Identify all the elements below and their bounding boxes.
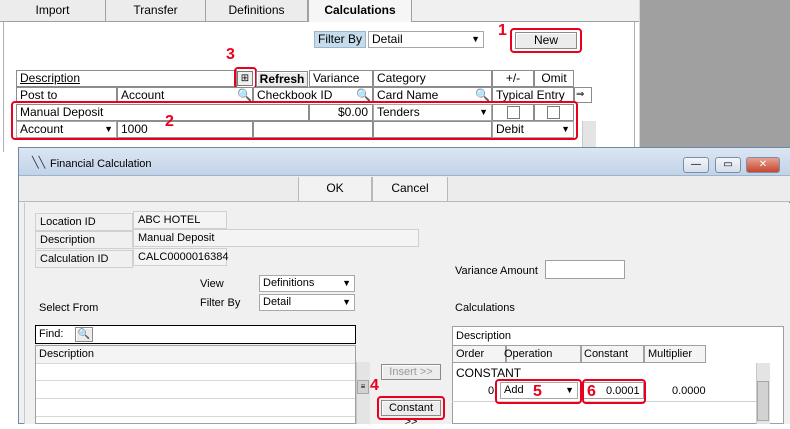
refresh-button[interactable]: Refresh (256, 71, 308, 87)
tab-calculations[interactable]: Calculations (308, 0, 412, 22)
calculation-id-label: Calculation ID (35, 250, 133, 268)
maximize-icon[interactable]: ▭ (715, 157, 741, 173)
annotation-number-6: 6 (587, 383, 596, 400)
view-value: Definitions (263, 277, 315, 289)
annotation-box-3 (234, 67, 257, 89)
filter-by-select[interactable]: Detail ▼ (368, 31, 484, 48)
annotation-number-3: 3 (226, 46, 235, 63)
find-input[interactable] (94, 326, 355, 343)
calc-row-description[interactable]: CONSTANT (456, 366, 521, 380)
minimize-icon[interactable]: — (683, 157, 709, 173)
location-id-value: ABC HOTEL (133, 211, 227, 229)
column-resize-icon[interactable]: ⇒ (574, 87, 592, 103)
tab-import[interactable]: Import (0, 0, 106, 21)
app-icon: ╲╲ (32, 157, 46, 169)
tab-transfer[interactable]: Transfer (106, 0, 206, 21)
filter-by-value-dialog: Detail (263, 296, 292, 308)
description-label: Description (35, 231, 133, 249)
col-constant: Constant (584, 348, 629, 360)
variance-amount-label: Variance Amount (455, 265, 538, 277)
grid-scrollbar[interactable] (582, 121, 596, 147)
annotation-number-5: 5 (533, 383, 542, 400)
calculation-id-value: CALC0000016384 (133, 248, 229, 266)
view-select[interactable]: Definitions ▼ (259, 275, 355, 292)
annotation-number-4: 4 (370, 377, 379, 394)
multiplier-value[interactable]: 0.0000 (672, 385, 706, 397)
search-icon[interactable]: 🔍 (75, 327, 93, 342)
panel-border-left (3, 22, 4, 152)
variance-amount-input[interactable] (545, 260, 625, 279)
description-value: Manual Deposit (133, 229, 419, 247)
col-description[interactable]: Description (16, 70, 237, 87)
col-order: Order (456, 348, 485, 360)
col-multiplier: Multiplier (648, 348, 693, 360)
location-id-label: Location ID (35, 213, 133, 231)
calc-row-order[interactable]: 0 (488, 385, 494, 397)
annotation-box-4 (377, 396, 445, 420)
list-item[interactable] (36, 382, 355, 399)
find-label: Find: (39, 328, 64, 340)
insert-button[interactable]: Insert >> (381, 364, 441, 380)
chevron-down-icon: ▼ (342, 297, 351, 307)
dialog-title: Financial Calculation (50, 158, 152, 170)
col-variance: Variance (309, 70, 373, 87)
list-description-header: Description (39, 348, 95, 360)
filter-by-label: Filter By (314, 31, 366, 48)
tab-strip: Import Transfer Definitions Calculations (0, 0, 639, 22)
select-from-label: Select From (39, 302, 99, 314)
chevron-down-icon: ▼ (342, 278, 351, 288)
calc-description-header: Description (456, 330, 512, 342)
annotation-number-2: 2 (165, 113, 174, 130)
filter-by-value: Detail (372, 32, 403, 46)
annotation-box-2 (11, 101, 578, 140)
calculations-label: Calculations (455, 302, 515, 314)
annotation-number-1: 1 (498, 22, 507, 39)
account-lookup-icon[interactable]: 🔍 (237, 88, 252, 102)
filter-by-select-dialog[interactable]: Detail ▼ (259, 294, 355, 311)
checkbook-lookup-icon[interactable]: 🔍 (356, 88, 371, 102)
calculations-scroll-thumb[interactable] (757, 381, 769, 421)
tab-definitions[interactable]: Definitions (206, 0, 308, 21)
filter-by-label-dialog: Filter By (200, 297, 241, 309)
close-icon[interactable]: ✕ (746, 157, 780, 173)
list-item[interactable] (36, 400, 355, 417)
col-omit: Omit (534, 70, 574, 87)
col-operation: Operation (504, 348, 553, 360)
col-category: Category (373, 70, 492, 87)
ok-button[interactable]: OK (298, 177, 372, 201)
col-plus-minus: +/- (492, 70, 534, 87)
cancel-button[interactable]: Cancel (372, 177, 448, 201)
list-item[interactable] (36, 364, 355, 381)
scrollbar-thumb[interactable]: ≡ (357, 380, 369, 394)
panel-border-right (634, 22, 635, 152)
card-name-lookup-icon[interactable]: 🔍 (475, 88, 490, 102)
view-label: View (200, 278, 224, 290)
chevron-down-icon: ▼ (471, 34, 480, 44)
annotation-box-1 (510, 28, 582, 53)
